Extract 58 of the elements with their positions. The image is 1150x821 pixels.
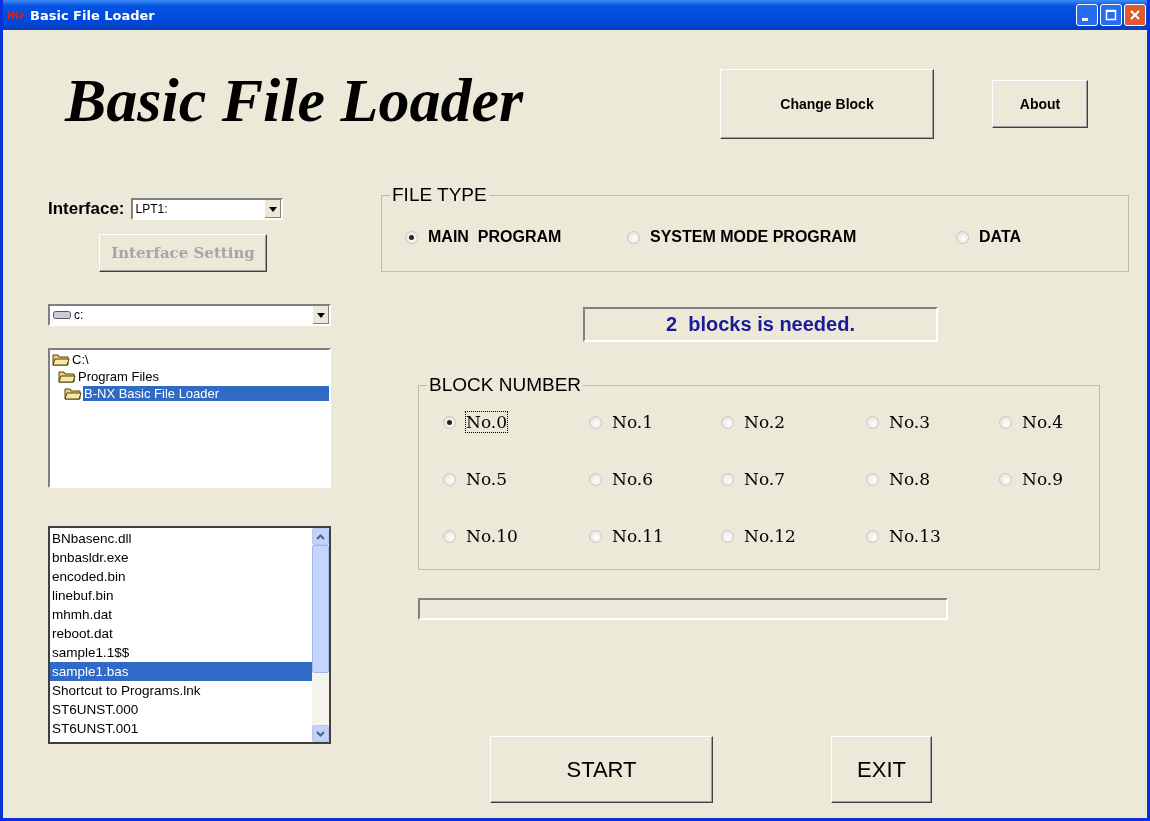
file-item[interactable]: BNbasenc.dll xyxy=(50,529,312,548)
block-radio[interactable]: No.0 xyxy=(443,412,589,432)
maximize-button[interactable] xyxy=(1100,4,1122,26)
block-radio[interactable]: No.11 xyxy=(589,526,721,546)
block-radio[interactable]: No.12 xyxy=(721,526,866,546)
start-button[interactable]: START xyxy=(490,736,713,803)
maximize-icon xyxy=(1105,9,1117,21)
interface-dropdown[interactable]: LPT1: xyxy=(130,198,283,220)
scrollbar[interactable] xyxy=(312,528,329,742)
close-icon xyxy=(1129,9,1141,21)
exit-button[interactable]: EXIT xyxy=(831,736,932,803)
file-item[interactable]: Shortcut to Programs.lnk xyxy=(50,681,312,700)
drive-icon xyxy=(53,310,71,320)
app-heading: Basic File Loader xyxy=(65,64,525,136)
block-radio[interactable]: No.6 xyxy=(589,469,721,489)
file-type-radio[interactable]: SYSTEM MODE PROGRAM xyxy=(627,228,956,246)
change-block-button[interactable]: Change Block xyxy=(720,69,934,139)
scroll-down-icon xyxy=(316,730,325,737)
file-item[interactable]: reboot.dat xyxy=(50,624,312,643)
block-radio[interactable]: No.8 xyxy=(866,469,999,489)
file-item[interactable]: ST6UNST.001 xyxy=(50,719,312,738)
block-radio[interactable]: No.7 xyxy=(721,469,866,489)
file-item[interactable]: sample1.bas xyxy=(50,662,312,681)
scroll-up-icon xyxy=(316,533,325,540)
folder-icon xyxy=(52,353,70,366)
close-button[interactable] xyxy=(1124,4,1146,26)
interface-label: Interface: xyxy=(48,199,125,219)
dropdown-arrow-icon xyxy=(268,206,277,212)
file-item[interactable]: linebuf.bin xyxy=(50,586,312,605)
block-radio[interactable]: No.2 xyxy=(721,412,866,432)
block-radio[interactable]: No.13 xyxy=(866,526,999,546)
file-item[interactable]: mhmh.dat xyxy=(50,605,312,624)
minimize-button[interactable] xyxy=(1076,4,1098,26)
block-radio[interactable]: No.9 xyxy=(999,469,1099,489)
folder-icon xyxy=(58,370,76,383)
folder-icon xyxy=(64,387,82,400)
block-radio[interactable]: No.5 xyxy=(443,469,589,489)
drive-dropdown[interactable]: c: xyxy=(48,304,331,326)
block-radio[interactable]: No.3 xyxy=(866,412,999,432)
file-item[interactable]: ST6UNST.000 xyxy=(50,700,312,719)
folder-item[interactable]: Program Files xyxy=(50,368,329,385)
group-title: FILE TYPE xyxy=(391,184,488,206)
folder-item[interactable]: C:\ xyxy=(50,351,329,368)
block-radio[interactable]: No.1 xyxy=(589,412,721,432)
block-radio[interactable]: No.10 xyxy=(443,526,589,546)
window-title: Basic File Loader xyxy=(30,7,156,23)
block-radio[interactable]: No.4 xyxy=(999,412,1099,432)
minimize-icon xyxy=(1082,17,1088,21)
status-message: 2 blocks is needed. xyxy=(583,307,938,342)
file-item[interactable]: sample1.1$$ xyxy=(50,643,312,662)
file-type-radio[interactable]: DATA xyxy=(956,228,1022,246)
file-type-radio[interactable]: MAIN PROGRAM xyxy=(405,228,627,246)
app-icon xyxy=(8,9,24,21)
dropdown-arrow-icon xyxy=(317,312,325,318)
file-item[interactable]: bnbasldr.exe xyxy=(50,548,312,567)
about-button[interactable]: About xyxy=(992,80,1088,128)
file-item[interactable]: encoded.bin xyxy=(50,567,312,586)
group-title: BLOCK NUMBER xyxy=(428,374,583,396)
